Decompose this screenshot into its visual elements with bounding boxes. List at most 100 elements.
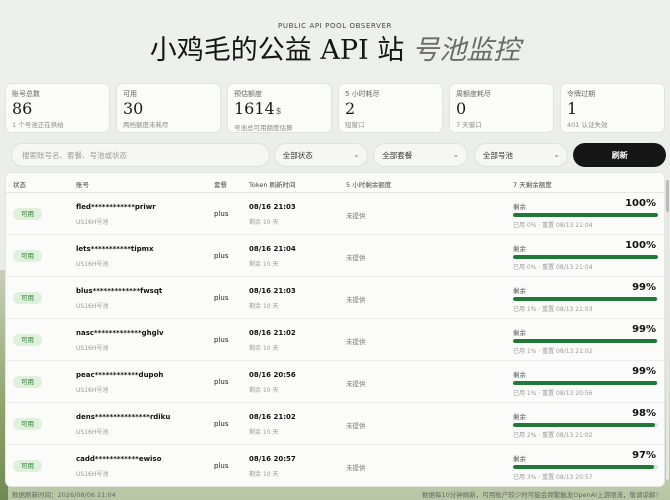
quota-detail: 已用 2% · 重置 08/13 21:02: [513, 432, 593, 439]
table-row[interactable]: 可用 peac************dupoh US16H号池 plus 08/16 …: [6, 361, 664, 403]
stat-card-5h-exhausted: 5 小时耗尽 2 短窗口: [338, 83, 443, 133]
quota-progress-fill: [513, 465, 654, 469]
quota-progress-fill: [513, 423, 656, 427]
table-header: 状态 账号 套餐 Token 刷新时间 5 小时剩余额度 7 天剩余额度: [6, 173, 664, 193]
page-header: PUBLIC API POOL OBSERVER 小鸡毛的公益 API 站号池监…: [0, 0, 670, 68]
token-time: 08/16 21:03: [249, 287, 296, 295]
plan-cell: plus: [214, 462, 229, 470]
column-header-seven-day: 7 天剩余额度: [513, 181, 552, 189]
stat-card-total: 账号总数 86 1 个号池正在供给: [5, 83, 110, 133]
plan-select[interactable]: 全部套餐 ⌄: [373, 143, 468, 167]
account-pool: US16H号池: [76, 345, 109, 352]
stat-value: 1: [567, 99, 578, 118]
quota-label: 剩余: [513, 329, 526, 337]
quota-percent: 100%: [625, 240, 656, 251]
status-badge: 可用: [13, 334, 42, 346]
stat-card-quota: 预估额度 1614$ 号池总可用额度估算: [227, 83, 332, 133]
quota-progress-bar: [513, 381, 658, 385]
five-hour-quota: 未提供: [346, 422, 366, 430]
account-pool: US16H号池: [76, 387, 109, 394]
quota-percent: 98%: [632, 408, 656, 419]
quota-percent: 97%: [632, 450, 656, 461]
five-hour-quota: 未提供: [346, 212, 366, 220]
account-name: dens***************rdiku: [76, 413, 171, 421]
status-badge: 可用: [13, 208, 42, 220]
plan-select-value: 全部套餐: [382, 150, 413, 160]
stat-card-available: 可用 30 两档额度未耗尽: [116, 83, 221, 133]
quota-label: 剩余: [513, 371, 526, 379]
token-remaining: 剩余 10 天: [249, 471, 279, 478]
account-name: nasc*************ghglv: [76, 329, 164, 337]
table-row[interactable]: 可用 nasc*************ghglv US16H号池 plus 08/16…: [6, 319, 664, 361]
stat-note: 1 个号池正在供给: [12, 121, 64, 129]
status-badge: 可用: [13, 250, 42, 262]
five-hour-quota: 未提供: [346, 464, 366, 472]
quota-progress-fill: [513, 255, 658, 259]
quota-progress-bar: [513, 339, 658, 343]
quota-progress-bar: [513, 465, 658, 469]
quota-progress-fill: [513, 381, 657, 385]
column-header-status: 状态: [13, 181, 26, 189]
account-pool: US16H号池: [76, 303, 109, 310]
pool-select[interactable]: 全部号池 ⌄: [473, 143, 569, 167]
account-pool: US16H号池: [76, 429, 109, 436]
account-name: peac************dupoh: [76, 371, 164, 379]
status-select-value: 全部状态: [282, 150, 313, 160]
five-hour-quota: 未提供: [346, 254, 366, 262]
account-pool: US16H号池: [76, 261, 109, 268]
stat-value: 86: [12, 99, 33, 118]
token-time: 08/16 21:02: [249, 413, 296, 421]
token-time: 08/16 21:03: [249, 203, 296, 211]
table-row[interactable]: 可用 blus*************fwsqt US16H号池 plus 08/16…: [6, 277, 664, 319]
stat-value: 30: [123, 99, 144, 118]
refresh-button[interactable]: 刷新: [573, 143, 666, 167]
page-title-accent: 号池监控: [412, 35, 521, 66]
chevron-down-icon: ⌄: [353, 151, 360, 159]
stat-value: 0: [456, 99, 467, 118]
column-header-five-hour: 5 小时剩余额度: [346, 181, 392, 189]
quota-detail: 已用 1% · 重置 08/13 20:56: [513, 390, 593, 397]
pool-select-value: 全部号池: [482, 150, 513, 160]
page-title-main: 小鸡毛的公益 API 站: [149, 35, 405, 66]
stat-label: 可用: [123, 90, 137, 98]
quota-label: 剩余: [513, 413, 526, 421]
table-row[interactable]: 可用 cadd************ewiso US16H号池 plus 08/16 …: [6, 445, 664, 486]
quota-progress-bar: [513, 255, 658, 259]
table-row[interactable]: 可用 dens***************rdiku US16H号池 plus 08/…: [6, 403, 664, 445]
five-hour-quota: 未提供: [346, 380, 366, 388]
filter-bar: 搜索账号名、套餐、号池或状态 全部状态 ⌄ 全部套餐 ⌄ 全部号池 ⌄ 刷新: [11, 143, 666, 167]
status-badge: 可用: [13, 460, 42, 472]
page-title: 小鸡毛的公益 API 站号池监控: [0, 34, 670, 68]
account-name: lets***********tipmx: [76, 245, 154, 253]
plan-cell: plus: [214, 378, 229, 386]
quota-progress-fill: [513, 297, 657, 301]
five-hour-quota: 未提供: [346, 338, 366, 346]
quota-detail: 已用 0% · 重置 08/13 21:04: [513, 264, 593, 271]
search-input[interactable]: 搜索账号名、套餐、号池或状态: [11, 143, 270, 167]
quota-progress-bar: [513, 213, 658, 217]
table-row[interactable]: 可用 lets***********tipmx US16H号池 plus 08/16 2…: [6, 235, 664, 277]
token-time: 08/16 20:57: [249, 455, 296, 463]
token-remaining: 剩余 10 天: [249, 303, 279, 310]
quota-label: 剩余: [513, 203, 526, 211]
quota-label: 剩余: [513, 245, 526, 253]
quota-label: 剩余: [513, 287, 526, 295]
quota-progress-fill: [513, 339, 657, 343]
column-header-plan: 套餐: [214, 181, 227, 189]
token-remaining: 剩余 10 天: [249, 345, 279, 352]
token-remaining: 剩余 10 天: [249, 219, 279, 226]
account-table: 状态 账号 套餐 Token 刷新时间 5 小时剩余额度 7 天剩余额度 可用 f…: [5, 172, 665, 487]
plan-cell: plus: [214, 252, 229, 260]
quota-progress-bar: [513, 423, 658, 427]
table-row[interactable]: 可用 fled************priwr US16H号池 plus 08/16 …: [6, 193, 664, 235]
scrollbar-thumb[interactable]: [666, 180, 669, 212]
quota-detail: 已用 3% · 重置 08/13 20:57: [513, 474, 593, 481]
chevron-down-icon: ⌄: [453, 151, 459, 159]
quota-progress-bar: [513, 297, 658, 301]
token-remaining: 剩余 10 天: [249, 429, 279, 436]
stat-note: 号池总可用额度估算: [234, 124, 293, 132]
scrollbar-track[interactable]: [666, 180, 669, 480]
status-select[interactable]: 全部状态 ⌄: [273, 143, 369, 167]
token-time: 08/16 21:04: [249, 245, 296, 253]
page-kicker: PUBLIC API POOL OBSERVER: [278, 22, 392, 30]
